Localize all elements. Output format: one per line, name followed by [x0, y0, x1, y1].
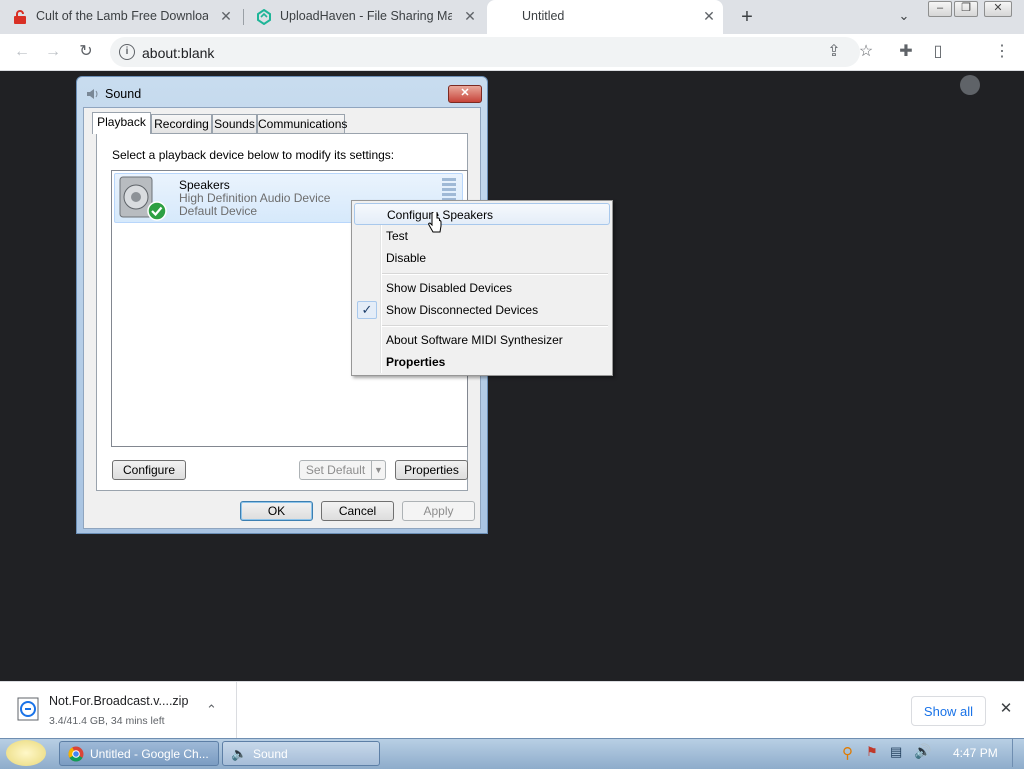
browser-toolbar: ← → ↻ i about:blank ⇪ ☆ ✚ ▯ ⋮	[0, 34, 1024, 95]
dialog-close-button[interactable]: ✕	[448, 85, 482, 103]
menu-item-label: Properties	[386, 355, 446, 369]
menu-item-disable[interactable]: Disable	[354, 247, 610, 269]
volume-icon[interactable]: 🔊	[914, 743, 931, 760]
download-progress: 3.4/41.4 GB, 34 mins left	[49, 715, 165, 727]
minimize-button[interactable]: ‒	[928, 1, 952, 17]
taskbar-item-chrome[interactable]: Untitled - Google Ch...	[59, 741, 219, 766]
speaker-device-icon	[119, 176, 167, 221]
close-tab-icon[interactable]: ✕	[218, 8, 234, 24]
menu-separator	[382, 273, 608, 275]
instruction-text: Select a playback device below to modify…	[112, 148, 395, 162]
download-filename: Not.For.Broadcast.v....zip	[49, 694, 189, 708]
close-tab-icon[interactable]: ✕	[701, 8, 717, 24]
reload-icon[interactable]: ↻	[76, 42, 96, 62]
close-tab-icon[interactable]: ✕	[462, 8, 478, 24]
cancel-button[interactable]: Cancel	[321, 501, 394, 521]
menu-item-about-midi-synth[interactable]: About Software MIDI Synthesizer	[354, 329, 610, 351]
back-arrow-icon[interactable]: ←	[12, 42, 32, 62]
hand-cursor-icon	[428, 212, 442, 233]
action-center-icon[interactable]: ⚑	[866, 744, 878, 760]
menu-item-label: Test	[386, 229, 409, 243]
menu-item-label: Show Disabled Devices	[386, 281, 513, 295]
menu-item-configure-speakers[interactable]: Configure Speakers	[354, 203, 610, 225]
configure-button[interactable]: Configure	[112, 460, 186, 480]
share-icon[interactable]: ⇪	[824, 42, 844, 62]
address-bar[interactable]: i about:blank	[110, 37, 860, 67]
apply-button[interactable]: Apply	[402, 501, 475, 521]
search-tray-icon[interactable]: ⚲	[842, 744, 853, 762]
taskbar-item-label: Sound	[253, 747, 288, 761]
zip-file-icon	[17, 697, 39, 721]
tab-cult-of-the-lamb[interactable]: Cult of the Lamb Free Download ✕	[0, 0, 240, 34]
device-name: Speakers	[179, 178, 230, 192]
window-close-button[interactable]: ✕	[984, 1, 1012, 17]
tab-sounds[interactable]: Sounds	[212, 114, 257, 133]
tab-title: Cult of the Lamb Free Download	[36, 9, 208, 23]
restore-button[interactable]: ❐	[954, 1, 978, 17]
tab-strip: Cult of the Lamb Free Download ✕ UploadH…	[0, 0, 1024, 34]
tab-title: Untitled	[522, 9, 565, 23]
menu-item-label: Disable	[386, 251, 427, 265]
menu-separator	[382, 325, 608, 327]
speaker-icon: 🔈	[231, 746, 248, 761]
menu-item-label: About Software MIDI Synthesizer	[386, 333, 563, 347]
tab-untitled[interactable]: Untitled ✕	[487, 0, 723, 34]
network-icon[interactable]: ▤	[890, 744, 902, 760]
taskbar-item-sound[interactable]: 🔈 Sound	[222, 741, 380, 766]
tab-uploadhaven[interactable]: UploadHaven - File Sharing Made ✕	[244, 0, 484, 34]
tab-playback[interactable]: Playback	[92, 112, 151, 134]
show-desktop-button[interactable]	[1012, 739, 1024, 767]
set-default-button[interactable]: Set Default	[299, 460, 372, 480]
info-icon[interactable]: i	[119, 44, 135, 60]
clock[interactable]: 4:47 PM	[953, 746, 998, 760]
close-download-bar-icon[interactable]: ✕	[998, 701, 1014, 717]
tab-search-chevron-icon[interactable]: ⌄	[894, 8, 914, 26]
start-button[interactable]	[6, 740, 46, 766]
tab-communications[interactable]: Communications	[257, 114, 347, 133]
extensions-puzzle-icon[interactable]: ✚	[896, 42, 916, 62]
download-bar: Not.For.Broadcast.v....zip 3.4/41.4 GB, …	[0, 681, 1024, 739]
download-item[interactable]: Not.For.Broadcast.v....zip 3.4/41.4 GB, …	[0, 682, 237, 739]
dialog-title: Sound	[105, 87, 142, 101]
uploadhaven-icon	[257, 9, 271, 25]
speaker-icon	[87, 89, 98, 99]
set-default-dropdown-arrow-icon[interactable]: ▼	[371, 460, 386, 480]
ok-button[interactable]: OK	[240, 501, 313, 521]
menu-kebab-icon[interactable]: ⋮	[992, 42, 1012, 62]
forward-arrow-icon[interactable]: →	[43, 42, 63, 62]
chevron-up-icon[interactable]: ⌃	[206, 702, 217, 718]
context-menu: Configure Speakers Test Disable Show Dis…	[351, 200, 613, 376]
menu-item-properties[interactable]: Properties	[354, 351, 610, 373]
menu-item-show-disconnected-devices[interactable]: ✓ Show Disconnected Devices	[354, 299, 610, 321]
bookmark-star-icon[interactable]: ☆	[856, 42, 876, 62]
tab-title: UploadHaven - File Sharing Made	[280, 9, 452, 23]
chrome-icon	[68, 746, 84, 762]
menu-item-label: Show Disconnected Devices	[386, 303, 539, 317]
menu-item-test[interactable]: Test	[354, 225, 610, 247]
side-panel-icon[interactable]: ▯	[928, 42, 948, 62]
profile-avatar[interactable]	[960, 75, 980, 95]
new-tab-button[interactable]: +	[736, 6, 758, 28]
menu-item-show-disabled-devices[interactable]: Show Disabled Devices	[354, 277, 610, 299]
taskbar-item-label: Untitled - Google Ch...	[90, 747, 209, 761]
tab-recording[interactable]: Recording	[151, 114, 212, 133]
lock-icon	[14, 10, 26, 24]
taskbar: Untitled - Google Ch... 🔈 Sound ⚲ ⚑ ▤ 🔊 …	[0, 738, 1024, 769]
show-all-button[interactable]: Show all	[911, 696, 986, 726]
device-description: High Definition Audio Device	[179, 191, 331, 205]
checkmark-icon: ✓	[357, 301, 377, 319]
url-text: about:blank	[142, 45, 215, 61]
properties-button[interactable]: Properties	[395, 460, 468, 480]
device-status: Default Device	[179, 204, 258, 218]
